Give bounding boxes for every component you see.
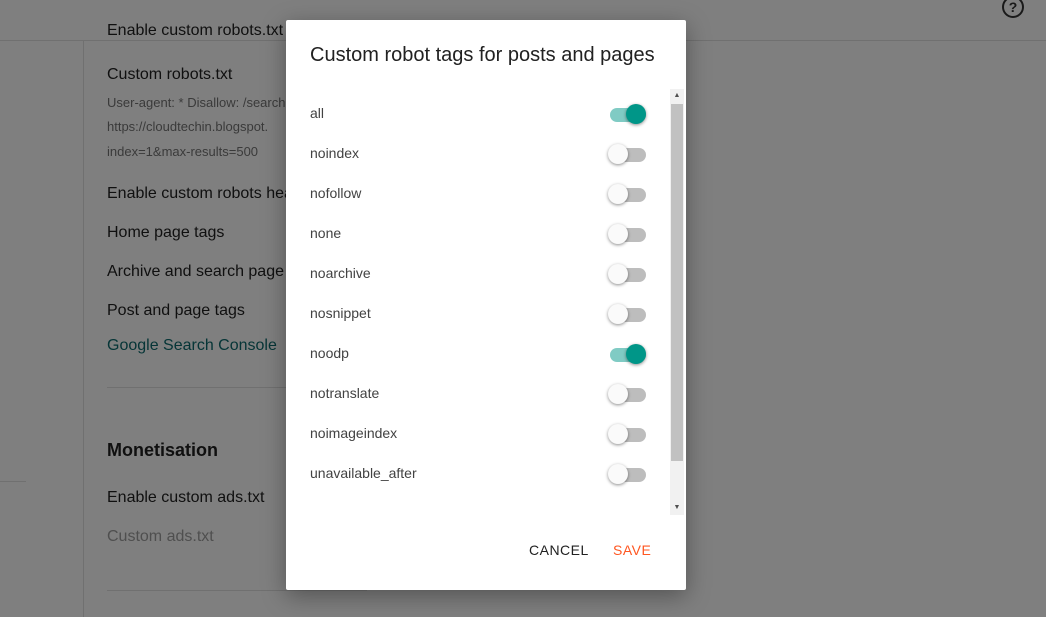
- cancel-button[interactable]: CANCEL: [529, 542, 589, 558]
- switch-knob: [608, 464, 628, 484]
- list-scrollbar[interactable]: ▲ ▼: [670, 89, 684, 515]
- option-label: noimageindex: [310, 425, 398, 441]
- scroll-up-arrow-icon[interactable]: ▲: [670, 89, 684, 103]
- switch-knob: [608, 264, 628, 284]
- toggle-noarchive[interactable]: [608, 264, 646, 284]
- scroll-down-arrow-icon[interactable]: ▼: [670, 501, 684, 515]
- toggle-nofollow[interactable]: [608, 184, 646, 204]
- robot-tags-list: all noindex nofollow none noarchive nosn…: [286, 93, 670, 515]
- switch-knob: [608, 184, 628, 204]
- robot-tags-dialog: Custom robot tags for posts and pages al…: [286, 20, 686, 590]
- toggle-noodp[interactable]: [608, 344, 646, 364]
- toggle-notranslate[interactable]: [608, 384, 646, 404]
- toggle-nosnippet[interactable]: [608, 304, 646, 324]
- switch-knob: [608, 144, 628, 164]
- toggle-all[interactable]: [608, 104, 646, 124]
- dialog-actions: CANCEL SAVE: [286, 520, 686, 590]
- robot-tag-option-notranslate: notranslate: [310, 373, 650, 413]
- toggle-unavailable-after[interactable]: [608, 464, 646, 484]
- dialog-title: Custom robot tags for posts and pages: [310, 44, 655, 66]
- save-button[interactable]: SAVE: [613, 542, 651, 558]
- switch-knob: [608, 384, 628, 404]
- robot-tag-option-noimageindex: noimageindex: [310, 413, 650, 453]
- robot-tag-option-unavailable-after: unavailable_after: [310, 453, 650, 493]
- option-label: noarchive: [310, 265, 371, 281]
- robot-tag-option-noodp: noodp: [310, 333, 650, 373]
- robot-tag-option-none: none: [310, 213, 650, 253]
- switch-knob: [608, 424, 628, 444]
- toggle-none[interactable]: [608, 224, 646, 244]
- switch-knob: [608, 304, 628, 324]
- option-label: noindex: [310, 145, 360, 161]
- robot-tag-option-noarchive: noarchive: [310, 253, 650, 293]
- robot-tag-option-nosnippet: nosnippet: [310, 293, 650, 333]
- robot-tag-option-all: all: [310, 93, 650, 133]
- option-label: nofollow: [310, 185, 362, 201]
- switch-knob: [626, 344, 646, 364]
- toggle-noindex[interactable]: [608, 144, 646, 164]
- robot-tag-option-nofollow: nofollow: [310, 173, 650, 213]
- option-label: noodp: [310, 345, 349, 361]
- toggle-noimageindex[interactable]: [608, 424, 646, 444]
- option-label: nosnippet: [310, 305, 371, 321]
- option-label: none: [310, 225, 342, 241]
- robot-tag-option-noindex: noindex: [310, 133, 650, 173]
- switch-knob: [608, 224, 628, 244]
- switch-knob: [626, 104, 646, 124]
- option-label: notranslate: [310, 385, 380, 401]
- option-label: all: [310, 105, 325, 121]
- option-label: unavailable_after: [310, 465, 417, 481]
- scrollbar-thumb[interactable]: [671, 104, 683, 461]
